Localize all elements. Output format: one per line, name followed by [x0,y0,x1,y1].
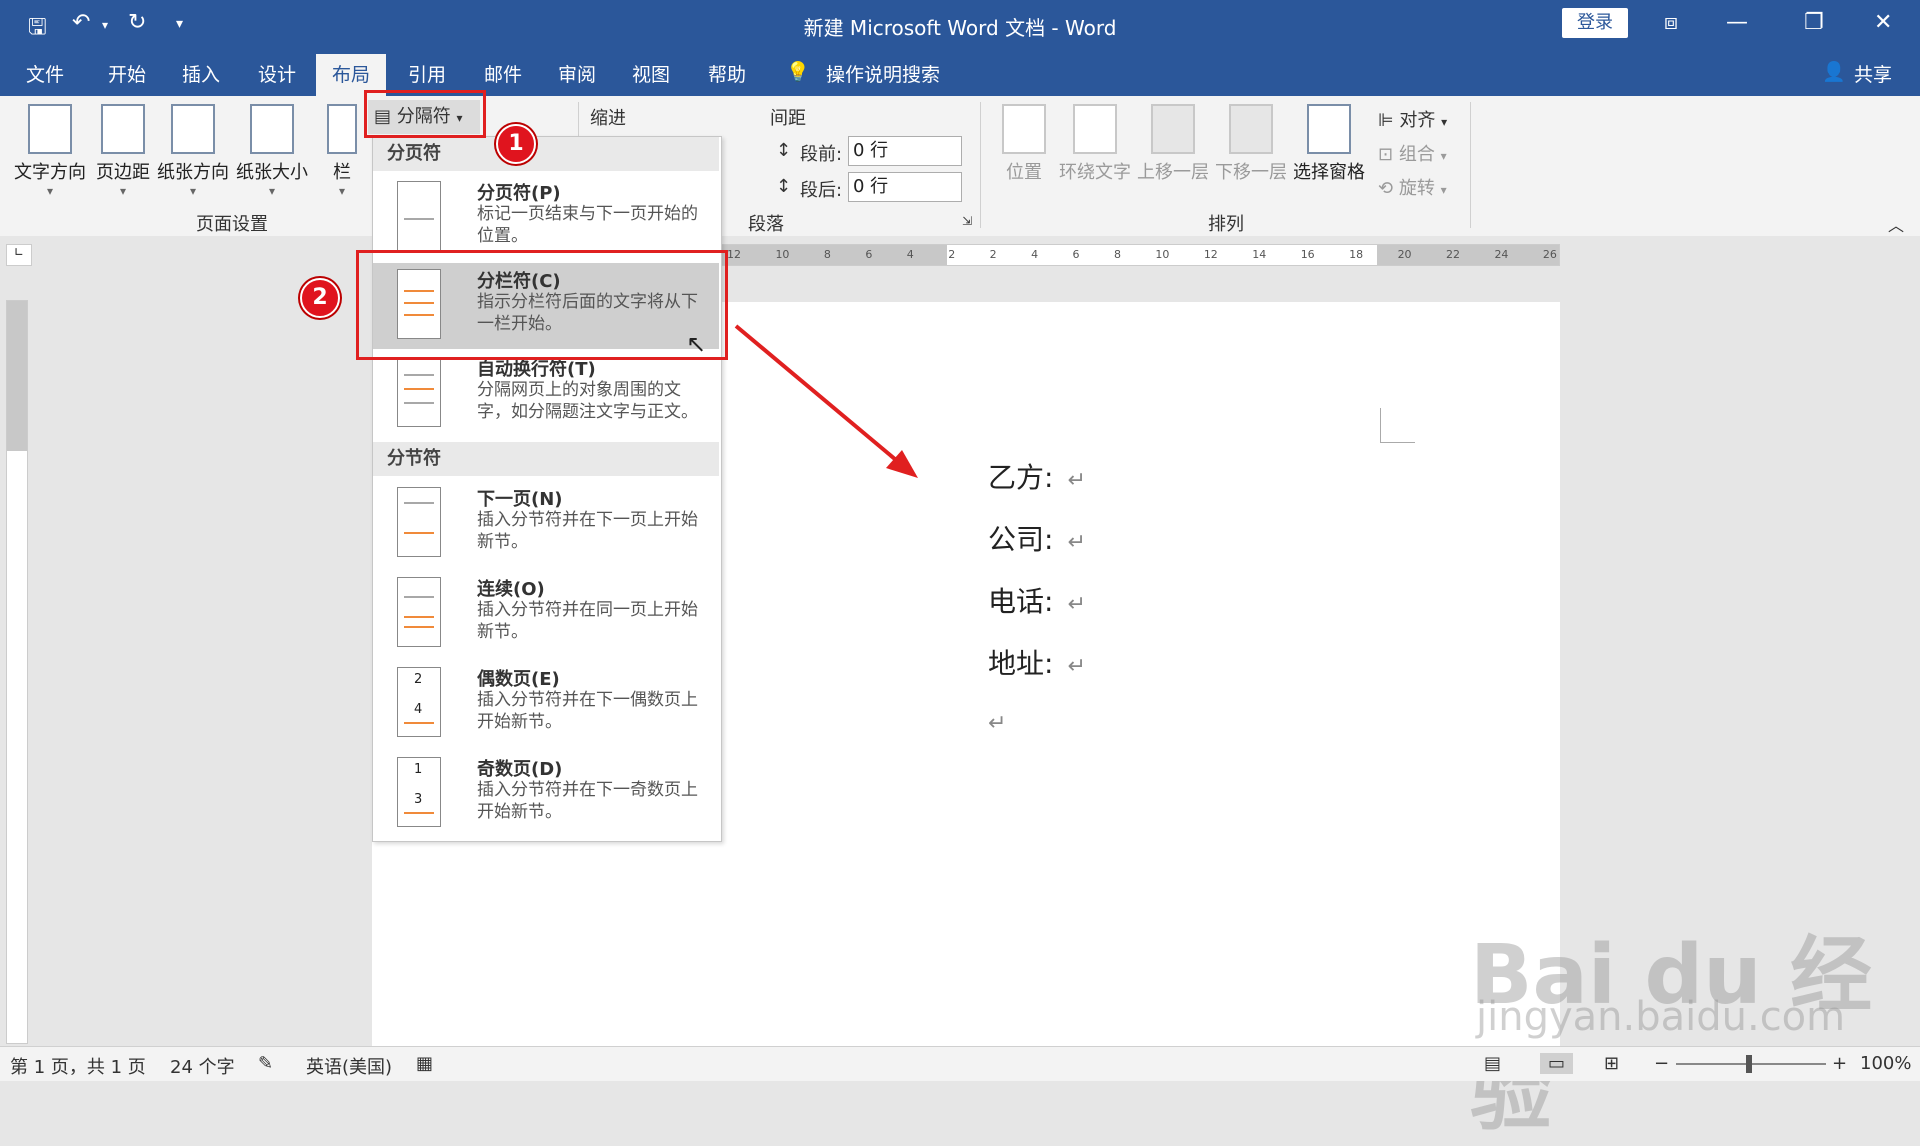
status-language[interactable]: 英语(美国) [306,1053,392,1079]
status-word-count[interactable]: 24 个字 [170,1053,235,1079]
zoom-level[interactable]: 100% [1860,1053,1911,1074]
annotation-arrow [734,324,918,478]
mouse-cursor-icon: ↖ [686,330,707,358]
proofing-icon[interactable]: ✎ [258,1053,273,1074]
zoom-out-icon[interactable]: − [1654,1053,1669,1074]
macro-icon[interactable]: ▦ [416,1053,433,1074]
status-bar: 第 1 页，共 1 页 24 个字 ✎ 英语(美国) ▦ ▤ ▭ ⊞ − + 1… [0,1046,1920,1081]
web-layout-icon[interactable]: ⊞ [1604,1053,1619,1074]
status-page-count[interactable]: 第 1 页，共 1 页 [10,1053,146,1079]
read-mode-icon[interactable]: ▤ [1484,1053,1501,1074]
print-layout-icon[interactable]: ▭ [1540,1053,1574,1074]
zoom-slider-thumb[interactable] [1746,1055,1752,1073]
zoom-in-icon[interactable]: + [1832,1053,1847,1074]
